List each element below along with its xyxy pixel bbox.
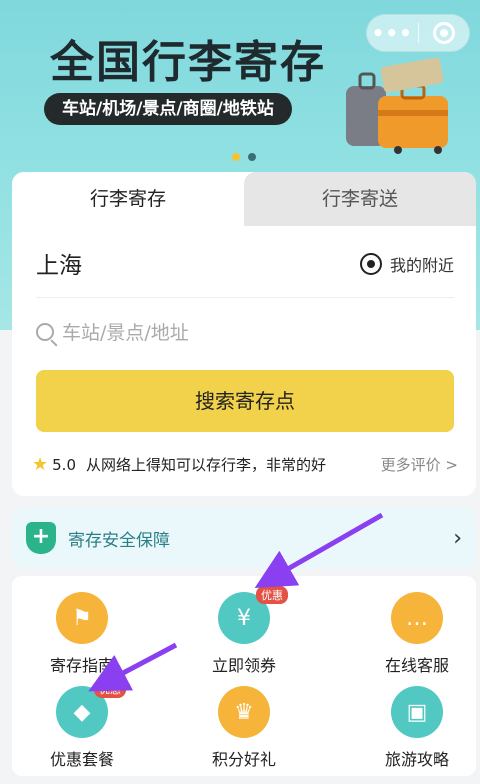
signpost-icon: ⚑ xyxy=(56,592,108,644)
chat-icon: … xyxy=(391,592,443,644)
banner-subtitle: 车站/机场/景点/商圈/地铁站 xyxy=(44,93,292,125)
tab-bar: 行李寄存 行李寄送 xyxy=(12,172,476,226)
banner-title: 全国行李寄存 xyxy=(50,37,326,88)
discount-badge: 优惠 xyxy=(94,680,126,698)
crown-icon: ♛ xyxy=(218,686,270,738)
service-travel-guide[interactable]: ▣ 旅游攻略 xyxy=(367,686,467,770)
nearby-label: 我的附近 xyxy=(389,256,454,275)
search-button[interactable]: 搜索寄存点 xyxy=(36,370,454,432)
miniprogram-capsule: ••• xyxy=(366,14,470,52)
service-label: 立即领券 xyxy=(211,656,276,675)
service-online-support[interactable]: … 在线客服 xyxy=(367,592,467,676)
service-storage-guide[interactable]: ⚑ 寄存指南 xyxy=(32,592,132,676)
search-input[interactable]: 车站/景点/地址 xyxy=(36,318,189,345)
review-text: 从网络上得知可以存行李，非常的好 xyxy=(86,456,327,474)
star-icon: ★ xyxy=(32,454,49,475)
service-label: 旅游攻略 xyxy=(384,750,449,769)
carousel-dot[interactable] xyxy=(232,153,240,161)
search-card: 行李寄存 行李寄送 上海 我的附近 车站/景点/地址 搜索寄存点 ★ 5.0 从… xyxy=(12,172,476,496)
shield-icon: + xyxy=(26,522,56,554)
service-get-coupon[interactable]: ¥ 优惠 立即领券 xyxy=(194,586,294,676)
carousel-dot[interactable] xyxy=(248,153,256,161)
close-button[interactable] xyxy=(418,22,469,44)
tab-luggage-storage[interactable]: 行李寄存 xyxy=(12,172,244,226)
tag-icon: ◆ 优惠 xyxy=(56,680,126,738)
nearby-button[interactable]: 我的附近 xyxy=(359,252,454,276)
service-label: 在线客服 xyxy=(384,656,449,675)
luggage-illustration xyxy=(346,58,448,154)
rating-value: 5.0 xyxy=(52,455,76,474)
service-points-gifts[interactable]: ♛ 积分好礼 xyxy=(194,686,294,770)
service-label: 优惠套餐 xyxy=(49,750,114,769)
more-reviews-link[interactable]: 更多评价 > xyxy=(381,454,458,475)
guidebook-icon: ▣ xyxy=(391,686,443,738)
safety-guarantee-bar[interactable]: + 寄存安全保障 › xyxy=(12,508,476,568)
service-discount-package[interactable]: ◆ 优惠 优惠套餐 xyxy=(32,680,132,770)
service-label: 积分好礼 xyxy=(211,750,276,769)
search-icon xyxy=(36,322,54,341)
tab-luggage-delivery[interactable]: 行李寄送 xyxy=(244,172,476,226)
more-menu-button[interactable]: ••• xyxy=(367,21,418,45)
search-placeholder: 车站/景点/地址 xyxy=(62,322,189,344)
carousel-indicator xyxy=(232,153,256,161)
coupon-icon: ¥ 优惠 xyxy=(218,586,288,644)
services-grid: ⚑ 寄存指南 ¥ 优惠 立即领券 … 在线客服 ◆ 优惠 优惠套餐 ♛ 积分好礼… xyxy=(12,576,476,776)
location-row: 上海 我的附近 xyxy=(36,246,454,298)
discount-badge: 优惠 xyxy=(256,586,288,604)
safety-label: 寄存安全保障 xyxy=(68,530,170,551)
chevron-right-icon: › xyxy=(453,525,462,551)
locate-icon xyxy=(359,253,382,275)
close-icon xyxy=(432,22,455,44)
service-label: 寄存指南 xyxy=(49,656,114,675)
review-row: ★ 5.0 从网络上得知可以存行李，非常的好 更多评价 > xyxy=(32,454,458,475)
